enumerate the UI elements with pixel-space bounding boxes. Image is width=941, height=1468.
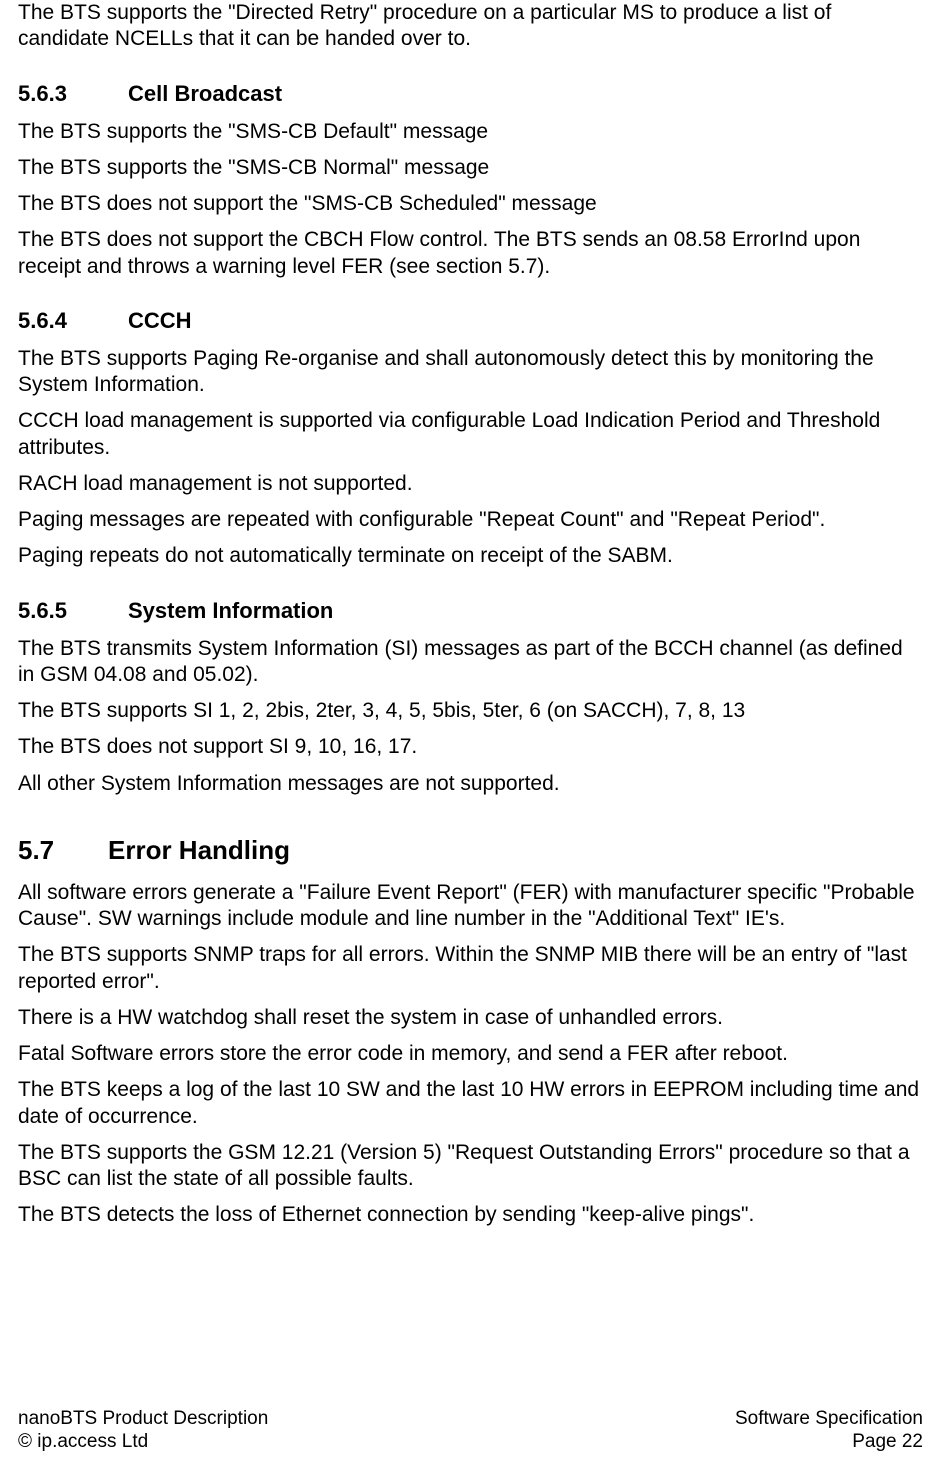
heading-563: 5.6.3Cell Broadcast [18,81,923,107]
paragraph: The BTS supports SNMP traps for all erro… [18,942,923,995]
paragraph: The BTS supports the GSM 12.21 (Version … [18,1140,923,1193]
paragraph: RACH load management is not supported. [18,471,923,497]
heading-57: 5.7Error Handling [18,835,923,866]
heading-title: Cell Broadcast [128,81,282,106]
paragraph: The BTS supports SI 1, 2, 2bis, 2ter, 3,… [18,698,923,724]
footer-section-title: Software Specification [735,1407,923,1431]
paragraph: The BTS does not support the CBCH Flow c… [18,227,923,280]
paragraph: The BTS does not support the "SMS-CB Sch… [18,191,923,217]
heading-title: Error Handling [108,835,290,865]
paragraph: The BTS detects the loss of Ethernet con… [18,1202,923,1228]
heading-number: 5.6.3 [18,81,128,107]
paragraph: The BTS supports the "SMS-CB Default" me… [18,119,923,145]
heading-number: 5.6.4 [18,308,128,334]
paragraph: The BTS transmits System Information (SI… [18,636,923,689]
document-page: The BTS supports the "Directed Retry" pr… [0,0,941,1468]
paragraph: Paging repeats do not automatically term… [18,543,923,569]
document-content: The BTS supports the "Directed Retry" pr… [18,0,923,1229]
footer-right: Software Specification Page 22 [735,1407,923,1455]
heading-564: 5.6.4CCCH [18,308,923,334]
page-footer: nanoBTS Product Description © ip.access … [18,1407,923,1455]
paragraph: CCCH load management is supported via co… [18,408,923,461]
paragraph: The BTS supports the "Directed Retry" pr… [18,0,923,53]
paragraph: The BTS does not support SI 9, 10, 16, 1… [18,734,923,760]
footer-page-number: Page 22 [735,1430,923,1454]
paragraph: Fatal Software errors store the error co… [18,1041,923,1067]
paragraph: There is a HW watchdog shall reset the s… [18,1005,923,1031]
footer-document-title: nanoBTS Product Description [18,1407,268,1431]
heading-number: 5.7 [18,835,108,866]
heading-title: CCCH [128,308,192,333]
paragraph: The BTS supports Paging Re-organise and … [18,346,923,399]
footer-copyright: © ip.access Ltd [18,1430,268,1454]
paragraph: All other System Information messages ar… [18,771,923,797]
paragraph: All software errors generate a "Failure … [18,880,923,933]
heading-565: 5.6.5System Information [18,598,923,624]
paragraph: The BTS supports the "SMS-CB Normal" mes… [18,155,923,181]
paragraph: The BTS keeps a log of the last 10 SW an… [18,1077,923,1130]
heading-title: System Information [128,598,333,623]
heading-number: 5.6.5 [18,598,128,624]
footer-left: nanoBTS Product Description © ip.access … [18,1407,268,1455]
paragraph: Paging messages are repeated with config… [18,507,923,533]
